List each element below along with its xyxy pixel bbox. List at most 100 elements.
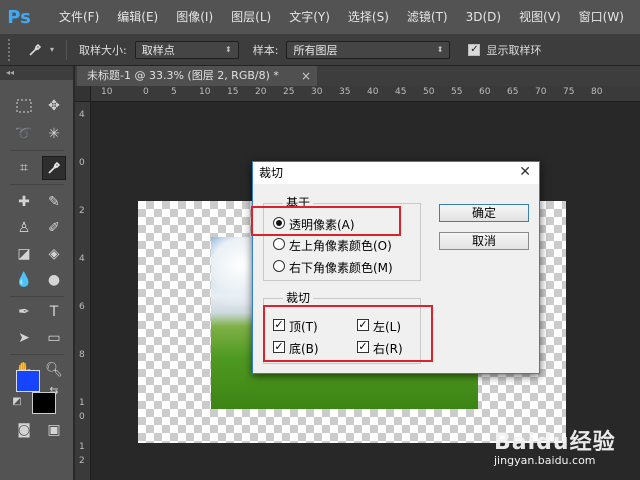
document-tab-bar: 未标题-1 @ 33.3% (图层 2, RGB/8) * × [75, 66, 640, 86]
ruler-tick: 45 [395, 87, 407, 97]
ruler-tick: 10 [101, 87, 113, 97]
ruler-tick: 80 [591, 87, 603, 97]
ruler-tick: 1 [79, 398, 85, 408]
shape-icon[interactable]: ▭ [42, 326, 66, 350]
sample-size-select[interactable]: 取样点 ⬍ [134, 40, 239, 59]
ruler-tick: 15 [227, 87, 239, 97]
default-colors-icon[interactable]: ◩ [10, 394, 24, 408]
menu-image[interactable]: 图像(I) [167, 0, 222, 34]
ruler-tick: 65 [507, 87, 519, 97]
pen-icon[interactable]: ✒ [12, 300, 36, 324]
ruler-tick: 25 [283, 87, 295, 97]
marquee-icon[interactable] [12, 94, 36, 118]
ruler-tick: 70 [535, 87, 547, 97]
sample-size-label: 取样大小: [79, 43, 127, 57]
radio-top-left-color-label[interactable]: 左上角像素颜色(O) [289, 237, 392, 254]
ruler-tick: 0 [79, 158, 85, 168]
ruler-tick: 75 [563, 87, 575, 97]
ruler-tick: 2 [79, 456, 85, 466]
sample-label: 样本: [252, 43, 279, 57]
app-logo: Ps [7, 6, 31, 28]
type-icon[interactable]: T [42, 300, 66, 324]
background-color-swatch[interactable] [32, 392, 56, 414]
menu-view[interactable]: 视图(V) [510, 0, 570, 34]
preset-chevron-down-icon[interactable]: ▾ [50, 45, 54, 54]
crop-icon[interactable]: ⌗ [12, 156, 36, 180]
menu-window[interactable]: 窗口(W) [570, 0, 633, 34]
menu-layer[interactable]: 图层(L) [222, 0, 280, 34]
ruler-tick: 8 [79, 350, 85, 360]
menu-3d[interactable]: 3D(D) [457, 0, 510, 34]
ruler-tick: 10 [199, 87, 211, 97]
sample-select[interactable]: 所有图层 ⬍ [286, 40, 451, 59]
screen-mode-icon[interactable]: ▣ [42, 418, 66, 442]
menu-edit[interactable]: 编辑(E) [108, 0, 167, 34]
ruler-tick: 20 [255, 87, 267, 97]
tool-divider [10, 150, 64, 151]
blur-icon[interactable]: 💧 [12, 268, 36, 292]
background-color-fill [33, 393, 55, 413]
close-icon[interactable]: × [301, 66, 311, 86]
ruler-tick: 35 [339, 87, 351, 97]
ruler-tick: 0 [79, 412, 85, 422]
tool-divider [10, 354, 64, 355]
history-brush-icon[interactable]: ✐ [42, 216, 66, 240]
path-select-icon[interactable]: ➤ [12, 326, 36, 350]
menu-bar: Ps 文件(F) 编辑(E) 图像(I) 图层(L) 文字(Y) 选择(S) 滤… [0, 0, 640, 34]
menu-file[interactable]: 文件(F) [50, 0, 108, 34]
ruler-tick: 50 [423, 87, 435, 97]
radio-bottom-right-color[interactable] [273, 260, 285, 272]
show-ring-label: 显示取样环 [486, 43, 542, 57]
watermark-url: jingyan.baidu.com [494, 454, 596, 467]
brush-icon[interactable]: ✎ [42, 190, 66, 214]
tool-divider [10, 184, 64, 185]
show-ring-checkbox[interactable]: ✓ [468, 43, 481, 56]
clone-stamp-icon[interactable]: ♙ [12, 216, 36, 240]
sample-value: 所有图层 [293, 43, 338, 57]
cancel-button[interactable]: 取消 [439, 232, 529, 250]
close-icon[interactable]: ✕ [519, 164, 531, 180]
foreground-color-swatch[interactable] [16, 370, 40, 392]
dodge-icon[interactable]: ● [42, 268, 66, 292]
document-tab[interactable]: 未标题-1 @ 33.3% (图层 2, RGB/8) * × [77, 66, 317, 86]
ruler-vertical: 4 0 2 4 6 8 1 0 1 2 [75, 102, 91, 480]
eyedropper-icon[interactable] [42, 156, 66, 180]
radio-top-left-color[interactable] [273, 238, 285, 250]
eyedropper-preset-icon[interactable] [20, 42, 50, 58]
ruler-tick: 6 [79, 302, 85, 312]
magic-wand-icon[interactable]: ✳ [42, 122, 66, 146]
select-arrows-icon: ⬍ [436, 45, 444, 54]
options-grip [8, 38, 20, 61]
ruler-tick: 55 [451, 87, 463, 97]
ruler-tick: 40 [367, 87, 379, 97]
trim-away-legend: 裁切 [283, 289, 314, 306]
move-icon[interactable]: ✥ [42, 94, 66, 118]
foreground-color-fill [17, 371, 39, 391]
ruler-tick: 1 [79, 442, 85, 452]
menu-select[interactable]: 选择(S) [339, 0, 398, 34]
lasso-icon[interactable]: ➰ [12, 122, 36, 146]
quick-mask-icon[interactable]: ◙ [12, 418, 36, 442]
select-arrows-icon: ⬍ [225, 45, 232, 54]
sample-size-value: 取样点 [141, 43, 175, 57]
menu-type[interactable]: 文字(Y) [280, 0, 339, 34]
menu-filter[interactable]: 滤镜(T) [398, 0, 457, 34]
ruler-corner [75, 86, 91, 101]
ruler-horizontal: 10 0 5 10 15 20 25 30 35 40 45 50 55 60 … [75, 86, 640, 102]
eraser-icon[interactable]: ◪ [12, 242, 36, 266]
highlight-box-transparent [251, 206, 401, 236]
paint-bucket-icon[interactable]: ◈ [42, 242, 66, 266]
watermark-brand: Baidu经验 [494, 430, 616, 455]
radio-bottom-right-color-label[interactable]: 右下角像素颜色(M) [289, 259, 393, 276]
options-bar: ▾ 取样大小: 取样点 ⬍ 样本: 所有图层 ⬍ ✓ 显示取样环 [0, 34, 640, 66]
ok-button[interactable]: 确定 [439, 204, 529, 222]
healing-brush-icon[interactable]: ✚ [12, 190, 36, 214]
ruler-tick: 30 [311, 87, 323, 97]
ruler-tick: 60 [479, 87, 491, 97]
trim-dialog: 裁切 ✕ 基于 透明像素(A) 左上角像素颜色(O) 右下角像素颜色(M) 裁切… [251, 161, 540, 374]
ruler-tick: 2 [79, 206, 85, 216]
toolbox-collapse-icon[interactable]: ◂◂ [0, 66, 73, 80]
ruler-tick: 5 [171, 87, 177, 97]
baidu-watermark: Baidu经验 jingyan.baidu.com [490, 424, 640, 480]
options-divider [66, 39, 68, 60]
